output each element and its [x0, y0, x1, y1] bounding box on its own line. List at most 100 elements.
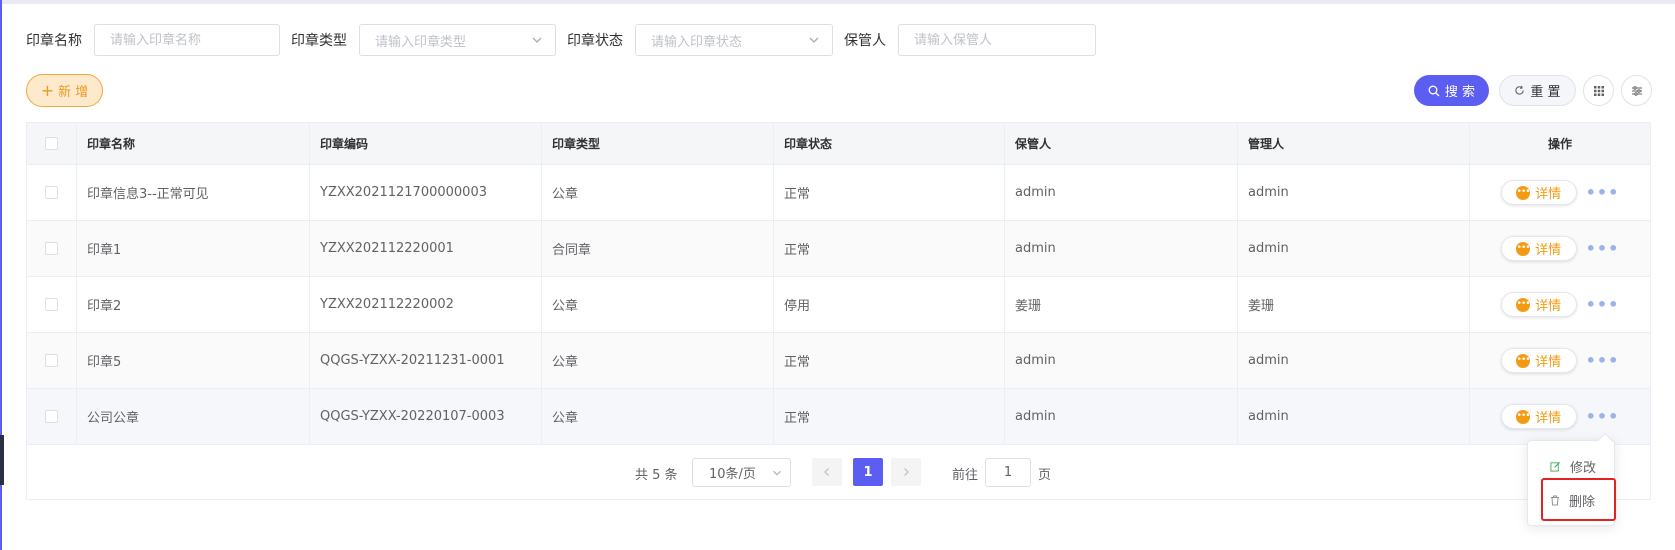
table-row: 印章1 YZXX202112220001 合同章 正常 admin admin … [27, 221, 1650, 277]
filter-bar: 印章名称 印章类型 请输入印章类型 印章状态 请输入印章状态 保管人 [26, 24, 1096, 56]
goto-label: 前往 [952, 468, 979, 483]
cell-manager: admin [1238, 333, 1470, 388]
row-checkbox[interactable] [45, 242, 58, 255]
page-suffix-label: 页 [1038, 468, 1052, 483]
row-checkbox-cell [27, 221, 77, 276]
detail-label: 详情 [1535, 187, 1562, 202]
header-manager[interactable]: 管理人 [1238, 123, 1470, 164]
cell-seal-type: 公章 [542, 333, 774, 388]
more-actions-icon[interactable]: ••• [1586, 408, 1620, 425]
header-seal-type[interactable]: 印章类型 [542, 123, 774, 164]
more-actions-icon[interactable]: ••• [1586, 240, 1620, 257]
table-row: 印章2 YZXX202112220002 公章 停用 姜珊 姜珊 ••• 详情 •… [27, 277, 1650, 333]
cell-seal-code: QQGS-YZXX-20211231-0001 [310, 333, 542, 388]
detail-button[interactable]: ••• 详情 [1500, 404, 1577, 429]
more-actions-icon[interactable]: ••• [1586, 296, 1620, 313]
cell-seal-name: 印章2 [77, 277, 310, 332]
cell-manager: admin [1238, 389, 1470, 444]
reset-button[interactable]: 重 置 [1499, 75, 1576, 106]
row-checkbox-cell [27, 389, 77, 444]
cell-manager: admin [1238, 221, 1470, 276]
row-checkbox-cell [27, 333, 77, 388]
cell-seal-status: 正常 [774, 333, 1005, 388]
cell-seal-type: 公章 [542, 165, 774, 220]
detail-button[interactable]: ••• 详情 [1500, 348, 1577, 373]
table-header: 印章名称 印章编码 印章类型 印章状态 保管人 管理人 操作 [27, 123, 1650, 165]
table-row: 印章信息3--正常可见 YZXX2021121700000003 公章 正常 a… [27, 165, 1650, 221]
page-size-value: 10条/页 [709, 467, 756, 482]
dropdown-item-edit[interactable]: 修改 [1528, 451, 1616, 481]
cell-seal-type: 合同章 [542, 221, 774, 276]
next-page-button[interactable] [891, 458, 921, 486]
search-icon [1428, 85, 1440, 96]
detail-button[interactable]: ••• 详情 [1500, 236, 1577, 261]
table-row: 印章5 QQGS-YZXX-20211231-0001 公章 正常 admin … [27, 333, 1650, 389]
filter-label-seal-status: 印章状态 [567, 33, 623, 49]
more-circle-icon: ••• [1516, 353, 1531, 368]
header-actions: 操作 [1547, 137, 1572, 151]
cell-actions: ••• 详情 ••• [1470, 389, 1650, 444]
add-button-label: 新 增 [58, 85, 89, 100]
cell-actions: ••• 详情 ••• [1470, 221, 1650, 276]
page-number-current[interactable]: 1 [853, 458, 883, 486]
detail-label: 详情 [1535, 299, 1562, 314]
cell-manager: admin [1238, 165, 1470, 220]
prev-page-button[interactable] [812, 458, 842, 486]
cell-seal-status: 正常 [774, 221, 1005, 276]
more-actions-icon[interactable]: ••• [1586, 184, 1620, 201]
sliders-icon [1631, 85, 1642, 96]
pagination-total: 共 5 条 [635, 468, 678, 483]
select-all-checkbox[interactable] [45, 137, 58, 150]
edit-icon [1550, 461, 1561, 472]
cell-actions: ••• 详情 ••• [1470, 277, 1650, 332]
cell-seal-name: 公司公章 [77, 389, 310, 444]
detail-label: 详情 [1535, 355, 1562, 370]
seal-type-select[interactable]: 请输入印章类型 [359, 24, 556, 56]
column-settings-button[interactable] [1583, 75, 1614, 106]
cell-keeper: admin [1005, 333, 1238, 388]
detail-button[interactable]: ••• 详情 [1500, 180, 1577, 205]
seal-type-placeholder: 请输入印章类型 [375, 34, 467, 50]
page-size-select[interactable]: 10条/页 [692, 458, 791, 487]
cell-seal-type: 公章 [542, 389, 774, 444]
delete-highlight-box [1541, 478, 1616, 521]
top-border [0, 0, 1675, 4]
reset-button-label: 重 置 [1530, 85, 1561, 100]
detail-button[interactable]: ••• 详情 [1500, 292, 1577, 317]
keeper-input[interactable] [898, 24, 1096, 56]
goto-page-input[interactable]: 1 [985, 458, 1031, 487]
more-actions-icon[interactable]: ••• [1586, 352, 1620, 369]
row-checkbox[interactable] [45, 354, 58, 367]
seal-status-placeholder: 请输入印章状态 [651, 34, 743, 50]
row-checkbox[interactable] [45, 410, 58, 423]
seal-status-select[interactable]: 请输入印章状态 [635, 24, 833, 56]
add-button[interactable]: + 新 增 [26, 74, 103, 107]
header-keeper[interactable]: 保管人 [1005, 123, 1238, 164]
cell-seal-name: 印章5 [77, 333, 310, 388]
cell-keeper: admin [1005, 389, 1238, 444]
search-button-label: 搜 索 [1444, 85, 1476, 100]
chevron-left-icon [824, 468, 829, 476]
left-dark-marker [0, 435, 4, 485]
cell-actions: ••• 详情 ••• [1470, 333, 1650, 388]
cell-seal-status: 正常 [774, 165, 1005, 220]
detail-label: 详情 [1535, 411, 1562, 426]
filter-settings-button[interactable] [1621, 75, 1652, 106]
cell-seal-code: YZXX202112220002 [310, 277, 542, 332]
header-seal-name[interactable]: 印章名称 [77, 123, 310, 164]
header-seal-code[interactable]: 印章编码 [310, 123, 542, 164]
row-checkbox[interactable] [45, 186, 58, 199]
cell-seal-code: QQGS-YZXX-20220107-0003 [310, 389, 542, 444]
chevron-right-icon [904, 468, 909, 476]
header-seal-status[interactable]: 印章状态 [774, 123, 1005, 164]
search-button[interactable]: 搜 索 [1414, 75, 1489, 106]
seal-name-input[interactable] [94, 24, 280, 56]
row-checkbox[interactable] [45, 298, 58, 311]
more-circle-icon: ••• [1516, 185, 1531, 200]
dropdown-edit-label: 修改 [1570, 460, 1597, 476]
cell-seal-status: 停用 [774, 277, 1005, 332]
cell-seal-name: 印章1 [77, 221, 310, 276]
cell-seal-name: 印章信息3--正常可见 [77, 165, 310, 220]
grid-icon [1593, 85, 1604, 96]
header-select-all-cell [27, 123, 77, 164]
